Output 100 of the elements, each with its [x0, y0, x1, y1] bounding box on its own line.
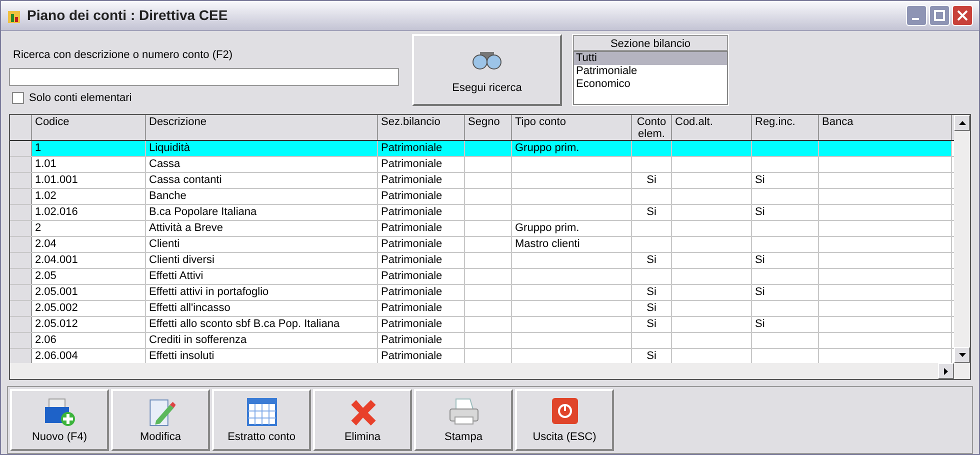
table-cell: Patrimoniale — [378, 285, 465, 300]
toolbar-button[interactable]: Nuovo (F4) — [10, 389, 109, 451]
table-cell: Patrimoniale — [378, 189, 465, 204]
column-header[interactable]: Reg.inc. — [752, 115, 819, 140]
row-header[interactable] — [10, 317, 32, 332]
binoculars-icon — [472, 50, 502, 70]
right-arrow-icon — [944, 368, 948, 374]
table-cell: Patrimoniale — [378, 173, 465, 188]
table-cell: Si — [632, 205, 672, 220]
list-item[interactable]: Economico — [574, 78, 727, 91]
row-header[interactable] — [10, 333, 32, 348]
table-cell: Si — [752, 173, 819, 188]
row-header[interactable] — [10, 269, 32, 284]
checkbox-label: Solo conti elementari — [29, 90, 132, 106]
down-arrow-icon — [958, 353, 966, 357]
horizontal-scrollbar[interactable] — [10, 363, 970, 379]
printer-icon — [446, 397, 480, 427]
table-cell: Gruppo prim. — [512, 221, 632, 236]
table-cell: Patrimoniale — [378, 141, 465, 156]
list-item[interactable]: Patrimoniale — [574, 65, 727, 78]
toolbar-button[interactable]: Elimina — [313, 389, 412, 451]
search-button[interactable]: Esegui ricerca — [412, 34, 562, 106]
column-header[interactable]: Cod.alt. — [672, 115, 752, 140]
folder-plus-icon — [42, 397, 76, 427]
table-cell: Si — [752, 253, 819, 268]
table-cell: Effetti Attivi — [146, 269, 378, 284]
table-cell: Cassa contanti — [146, 173, 378, 188]
column-header[interactable]: Conto elem. — [632, 115, 672, 140]
column-header[interactable]: Segno — [465, 115, 512, 140]
column-header[interactable]: Sez.bilancio — [378, 115, 465, 140]
toolbar-button[interactable]: Modifica — [111, 389, 210, 451]
table-cell: Si — [752, 205, 819, 220]
table-cell: Si — [632, 253, 672, 268]
list-header: Sezione bilancio — [573, 35, 728, 51]
maximize-button[interactable] — [929, 5, 950, 26]
table-cell: 2 — [32, 221, 146, 236]
table-cell: Effetti allo sconto sbf B.ca Pop. Italiana — [146, 317, 378, 332]
row-header[interactable] — [10, 349, 32, 363]
column-header[interactable]: Descrizione — [146, 115, 378, 140]
table-cell: Effetti attivi in portafoglio — [146, 285, 378, 300]
table-cell: 1.01.001 — [32, 173, 146, 188]
table-cell: Si — [752, 285, 819, 300]
table-cell: Patrimoniale — [378, 317, 465, 332]
list-item[interactable]: Tutti — [574, 52, 727, 65]
table-cell: Patrimoniale — [378, 333, 465, 348]
table-cell: 1.01 — [32, 157, 146, 172]
up-arrow-icon — [958, 121, 966, 125]
section-listbox[interactable]: Tutti Patrimoniale Economico — [573, 51, 728, 105]
row-header[interactable] — [10, 301, 32, 316]
table-cell: Attività a Breve — [146, 221, 378, 236]
calendar-icon — [246, 397, 278, 427]
row-header[interactable] — [10, 253, 32, 268]
table-cell: Si — [632, 317, 672, 332]
table-cell: 2.05.002 — [32, 301, 146, 316]
table-cell: Clienti diversi — [146, 253, 378, 268]
row-header[interactable] — [10, 237, 32, 252]
close-icon — [957, 10, 968, 21]
toolbar-button[interactable]: Stampa — [414, 389, 513, 451]
row-header[interactable] — [10, 285, 32, 300]
vertical-scrollbar[interactable] — [954, 115, 970, 363]
table-cell: B.ca Popolare Italiana — [146, 205, 378, 220]
column-header[interactable]: Banca — [819, 115, 952, 140]
table-cell: Si — [752, 317, 819, 332]
table-cell: Patrimoniale — [378, 253, 465, 268]
power-icon — [550, 397, 578, 425]
column-header[interactable]: Codice — [32, 115, 146, 140]
close-button[interactable] — [952, 5, 973, 26]
toolbar-button[interactable]: Uscita (ESC) — [515, 389, 614, 451]
table-cell: 2.05.001 — [32, 285, 146, 300]
table-cell: 1 — [32, 141, 146, 156]
table-cell: Crediti in sofferenza — [146, 333, 378, 348]
search-field[interactable] — [9, 68, 399, 86]
row-header[interactable] — [10, 189, 32, 204]
checkbox[interactable] — [12, 92, 24, 104]
window-title: Piano dei conti : Direttiva CEE — [27, 6, 228, 25]
minimize-icon — [912, 18, 918, 20]
table-cell: Patrimoniale — [378, 301, 465, 316]
table-cell: Patrimoniale — [378, 157, 465, 172]
table-cell: Cassa — [146, 157, 378, 172]
table-cell: Banche — [146, 189, 378, 204]
table-cell: Si — [632, 301, 672, 316]
maximize-icon — [934, 10, 945, 21]
row-header[interactable] — [10, 221, 32, 236]
table-cell: 2.04 — [32, 237, 146, 252]
table-cell: Liquidità — [146, 141, 378, 156]
row-header[interactable] — [10, 157, 32, 172]
row-header[interactable] — [10, 141, 32, 156]
search-label: Ricerca con descrizione o numero conto (F2) — [13, 48, 234, 63]
table-cell: Patrimoniale — [378, 221, 465, 236]
table-cell: Patrimoniale — [378, 237, 465, 252]
table-cell: 2.05.012 — [32, 317, 146, 332]
toolbar-button[interactable]: Estratto conto — [212, 389, 311, 451]
table-cell: Effetti all'incasso — [146, 301, 378, 316]
minimize-button[interactable] — [906, 5, 927, 26]
column-header[interactable]: Tipo conto — [512, 115, 632, 140]
table-cell: 2.06 — [32, 333, 146, 348]
table-cell: Clienti — [146, 237, 378, 252]
table-cell: 1.02 — [32, 189, 146, 204]
row-header[interactable] — [10, 205, 32, 220]
row-header[interactable] — [10, 173, 32, 188]
